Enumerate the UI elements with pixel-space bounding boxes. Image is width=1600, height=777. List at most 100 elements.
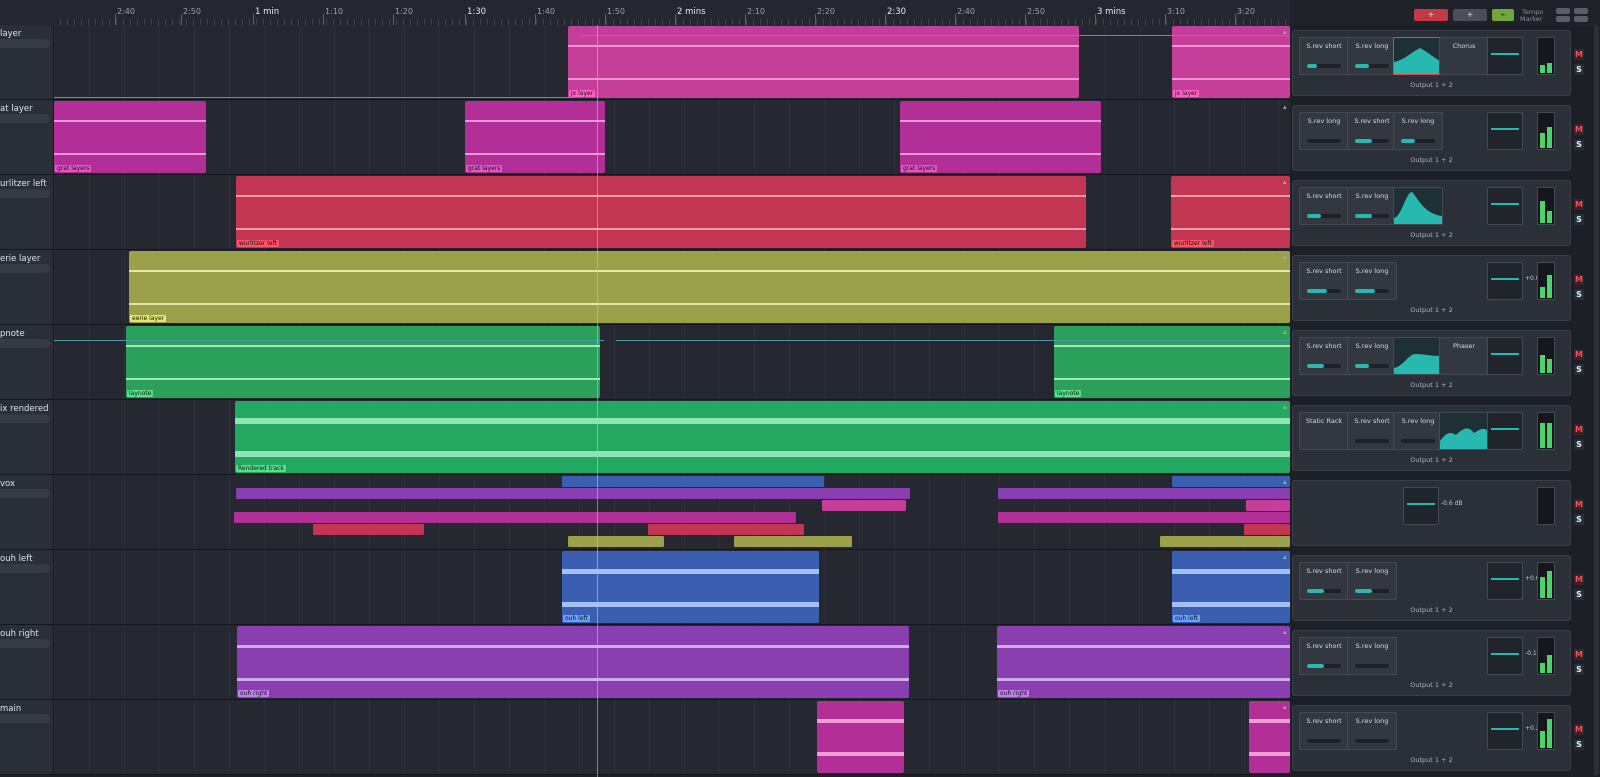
- eq-curve-display[interactable]: [1393, 37, 1443, 75]
- gain-module[interactable]: [1403, 487, 1439, 525]
- audio-clip[interactable]: wurlitzer left: [236, 176, 1086, 248]
- audio-clip[interactable]: jx layer: [568, 26, 1079, 98]
- device-slider[interactable]: [1307, 64, 1341, 68]
- audio-clip[interactable]: ouh left: [1172, 551, 1290, 623]
- track-header[interactable]: ix rendered: [0, 400, 54, 475]
- device-slider[interactable]: [1355, 739, 1389, 743]
- playhead[interactable]: [597, 25, 598, 777]
- automation-line[interactable]: [54, 97, 574, 98]
- clip-handle-icon[interactable]: ▴: [1283, 404, 1290, 411]
- tempo-toggle-2[interactable]: [1574, 8, 1588, 14]
- track-header-control[interactable]: [0, 264, 50, 273]
- clip-handle-icon[interactable]: ▴: [1283, 179, 1290, 186]
- output-routing-label[interactable]: Output 1 + 2: [1293, 756, 1570, 764]
- device-slot[interactable]: S.rev long: [1347, 337, 1397, 375]
- midi-note[interactable]: [234, 512, 796, 523]
- track-header[interactable]: pnote: [0, 325, 54, 400]
- device-slot[interactable]: S.rev short: [1299, 37, 1349, 75]
- snap-toggle-button[interactable]: ⌁: [1492, 9, 1514, 21]
- midi-note[interactable]: [1172, 476, 1290, 487]
- track-lane[interactable]: wurlitzer left wurlitzer left: [54, 175, 1290, 250]
- clip-handle-icon[interactable]: ▴: [1283, 629, 1290, 636]
- eq-curve-display[interactable]: [1393, 337, 1443, 375]
- audio-clip[interactable]: [1249, 701, 1290, 773]
- device-slider[interactable]: [1307, 214, 1341, 218]
- mute-button[interactable]: M: [1574, 274, 1584, 285]
- device-slider[interactable]: [1307, 739, 1341, 743]
- midi-note[interactable]: [998, 488, 1290, 499]
- add-track-button[interactable]: +: [1414, 9, 1448, 21]
- output-routing-label[interactable]: Output 1 + 2: [1293, 606, 1570, 614]
- device-slider[interactable]: [1355, 589, 1389, 593]
- track-lane[interactable]: [54, 475, 1290, 550]
- gain-module[interactable]: [1487, 187, 1523, 225]
- track-header[interactable]: vox: [0, 475, 54, 550]
- midi-note[interactable]: [313, 524, 424, 535]
- mute-button[interactable]: M: [1574, 124, 1584, 135]
- clip-handle-icon[interactable]: ▴: [1283, 29, 1290, 36]
- track-lane[interactable]: jx layer jx layer: [54, 25, 1290, 100]
- device-slider[interactable]: [1307, 664, 1341, 668]
- audio-clip[interactable]: ouh left: [562, 551, 819, 623]
- device-slider[interactable]: [1355, 364, 1389, 368]
- gain-module[interactable]: [1487, 37, 1523, 75]
- solo-button[interactable]: S: [1574, 589, 1584, 600]
- device-slot[interactable]: S.rev long: [1299, 112, 1349, 150]
- clip-handle-icon[interactable]: ▴: [1283, 329, 1290, 336]
- tempo-toggle[interactable]: [1556, 8, 1570, 14]
- device-slider[interactable]: [1355, 139, 1389, 143]
- solo-button[interactable]: S: [1574, 289, 1584, 300]
- midi-note[interactable]: [1244, 524, 1290, 535]
- device-slot[interactable]: S.rev short: [1299, 712, 1349, 750]
- audio-clip[interactable]: eerie layer: [129, 251, 1290, 323]
- solo-button[interactable]: S: [1574, 139, 1584, 150]
- device-slot[interactable]: S.rev short: [1299, 187, 1349, 225]
- device-slot[interactable]: S.rev short: [1299, 637, 1349, 675]
- track-header-control[interactable]: [0, 189, 50, 198]
- gain-module[interactable]: [1487, 637, 1523, 675]
- device-slot[interactable]: S.rev short: [1347, 112, 1397, 150]
- track-header[interactable]: layer: [0, 25, 54, 100]
- track-header-control[interactable]: [0, 639, 50, 648]
- midi-note[interactable]: [1246, 500, 1290, 511]
- track-header[interactable]: erie layer: [0, 250, 54, 325]
- automation-line[interactable]: [580, 35, 1290, 36]
- track-lane[interactable]: ouh right ouh right: [54, 625, 1290, 700]
- device-slot[interactable]: S.rev long: [1393, 112, 1443, 150]
- device-slider[interactable]: [1307, 589, 1341, 593]
- audio-clip[interactable]: grat layers: [900, 101, 1101, 173]
- clip-handle-icon[interactable]: ▴: [1283, 704, 1290, 711]
- device-slider[interactable]: [1307, 364, 1341, 368]
- gain-module[interactable]: [1487, 412, 1523, 450]
- clip-handle-icon[interactable]: ▴: [1283, 479, 1290, 486]
- clip-handle-icon[interactable]: ▴: [1283, 554, 1290, 561]
- audio-clip[interactable]: ouh right: [997, 626, 1290, 698]
- audio-clip[interactable]: laynote: [1054, 326, 1290, 398]
- solo-button[interactable]: S: [1574, 664, 1584, 675]
- device-slot[interactable]: S.rev short: [1299, 262, 1349, 300]
- device-slider[interactable]: [1355, 439, 1389, 443]
- gain-module[interactable]: [1487, 562, 1523, 600]
- device-slot[interactable]: S.rev long: [1347, 262, 1397, 300]
- mute-button[interactable]: M: [1574, 724, 1584, 735]
- device-slider[interactable]: [1307, 289, 1341, 293]
- device-slot[interactable]: S.rev long: [1347, 562, 1397, 600]
- solo-button[interactable]: S: [1574, 514, 1584, 525]
- output-routing-label[interactable]: Output 1 + 2: [1293, 231, 1570, 239]
- device-slider[interactable]: [1307, 139, 1341, 143]
- gain-module[interactable]: [1487, 337, 1523, 375]
- track-header[interactable]: ouh left: [0, 550, 54, 625]
- solo-button[interactable]: S: [1574, 214, 1584, 225]
- track-header[interactable]: at layer: [0, 100, 54, 175]
- solo-button[interactable]: S: [1574, 739, 1584, 750]
- solo-button[interactable]: S: [1574, 64, 1584, 75]
- solo-button[interactable]: S: [1574, 439, 1584, 450]
- audio-clip[interactable]: grat layers: [54, 101, 206, 173]
- track-header[interactable]: main: [0, 700, 54, 775]
- device-slot[interactable]: Static Rack: [1299, 412, 1349, 450]
- midi-note[interactable]: [236, 488, 910, 499]
- add-button[interactable]: +: [1453, 9, 1487, 21]
- device-slot[interactable]: S.rev long: [1347, 712, 1397, 750]
- device-slot[interactable]: S.rev long: [1347, 187, 1397, 225]
- mute-button[interactable]: M: [1574, 574, 1584, 585]
